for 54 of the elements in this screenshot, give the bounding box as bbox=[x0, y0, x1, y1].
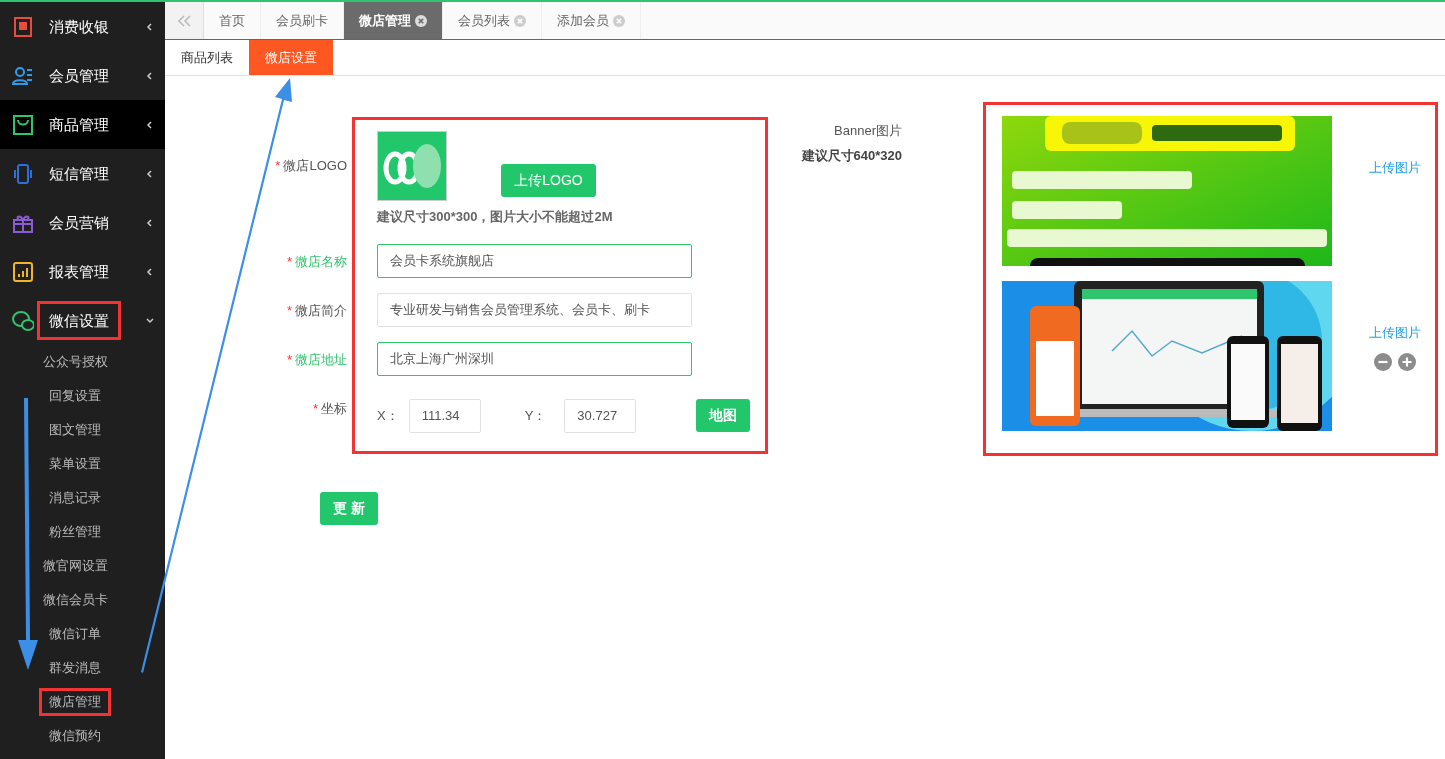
text-field[interactable]: 北京上海广州深圳 bbox=[377, 342, 692, 376]
bag-icon bbox=[12, 113, 34, 136]
submenu-item[interactable]: 微信订单 bbox=[39, 620, 111, 648]
tab[interactable]: 商品列表 bbox=[165, 40, 249, 75]
required-mark: * bbox=[286, 352, 292, 367]
submenu-item[interactable]: 菜单设置 bbox=[39, 450, 111, 478]
field-label: 微店地址 bbox=[295, 352, 347, 367]
text-field[interactable]: 专业研发与销售会员管理系统、会员卡、刷卡 bbox=[377, 293, 692, 327]
close-icon[interactable] bbox=[415, 14, 427, 27]
field-label: 微店名称 bbox=[295, 254, 347, 269]
bar-chart-icon bbox=[12, 260, 34, 283]
hint-text: 建议尺寸640*320 bbox=[800, 146, 902, 165]
coordinate-field[interactable]: 111.34 bbox=[408, 398, 481, 433]
sidebar-item[interactable]: 商品管理 bbox=[0, 100, 165, 149]
tab[interactable]: 添加会员 bbox=[542, 2, 641, 39]
field-label: 坐标 bbox=[321, 401, 347, 416]
required-mark: * bbox=[286, 254, 292, 269]
person-list-icon bbox=[12, 64, 34, 87]
banner-label: Banner图片 bbox=[833, 122, 902, 140]
sidebar-item[interactable]: 报表管理 bbox=[0, 247, 165, 296]
sidebar-item[interactable]: 会员管理 bbox=[0, 51, 165, 100]
sidebar-item[interactable]: 会员营销 bbox=[0, 198, 165, 247]
field-label: 微店LOGO bbox=[283, 158, 347, 173]
sidebar-item[interactable]: 微信设置 bbox=[0, 296, 165, 345]
submenu-item[interactable]: 微信预约 bbox=[39, 722, 111, 750]
hint-text: 建议尺寸300*300，图片大小不能超过2M bbox=[377, 208, 614, 226]
submenu-item[interactable]: 回复设置 bbox=[39, 382, 111, 410]
field-label: 微店简介 bbox=[295, 303, 347, 318]
submenu-item[interactable]: 微店管理 bbox=[39, 688, 111, 716]
register-icon bbox=[12, 15, 34, 38]
tab[interactable]: 首页 bbox=[204, 2, 261, 39]
submenu-item[interactable]: 微官网设置 bbox=[32, 552, 118, 580]
required-mark: * bbox=[312, 401, 318, 416]
chat-bubbles-icon bbox=[12, 309, 34, 332]
axis-label: Y： bbox=[524, 406, 547, 425]
required-mark: * bbox=[275, 158, 281, 173]
sidebar-item[interactable]: 消费收银 bbox=[0, 2, 165, 51]
submenu-item[interactable]: 公众号授权 bbox=[32, 348, 118, 376]
submenu-item[interactable]: 消息记录 bbox=[39, 484, 111, 512]
tab[interactable]: 会员列表 bbox=[443, 2, 542, 39]
sidebar-item[interactable]: 短信管理 bbox=[0, 149, 165, 198]
minus-icon[interactable] bbox=[1373, 352, 1392, 371]
coordinate-field[interactable]: 30.727 bbox=[564, 398, 637, 433]
double-chevron-icon bbox=[176, 13, 192, 28]
submenu-item[interactable]: 微信会员卡 bbox=[32, 586, 118, 614]
text-field[interactable]: 会员卡系统旗舰店 bbox=[377, 244, 692, 278]
plus-icon[interactable] bbox=[1398, 352, 1417, 371]
submenu-item[interactable]: 群发消息 bbox=[39, 654, 111, 682]
axis-label: X： bbox=[377, 406, 399, 425]
phone-icon bbox=[12, 162, 34, 185]
submenu-item[interactable]: 图文管理 bbox=[39, 416, 111, 444]
required-mark: * bbox=[286, 303, 292, 318]
tab[interactable]: 微店管理 bbox=[344, 2, 443, 39]
submenu-item[interactable]: 粉丝管理 bbox=[39, 518, 111, 546]
